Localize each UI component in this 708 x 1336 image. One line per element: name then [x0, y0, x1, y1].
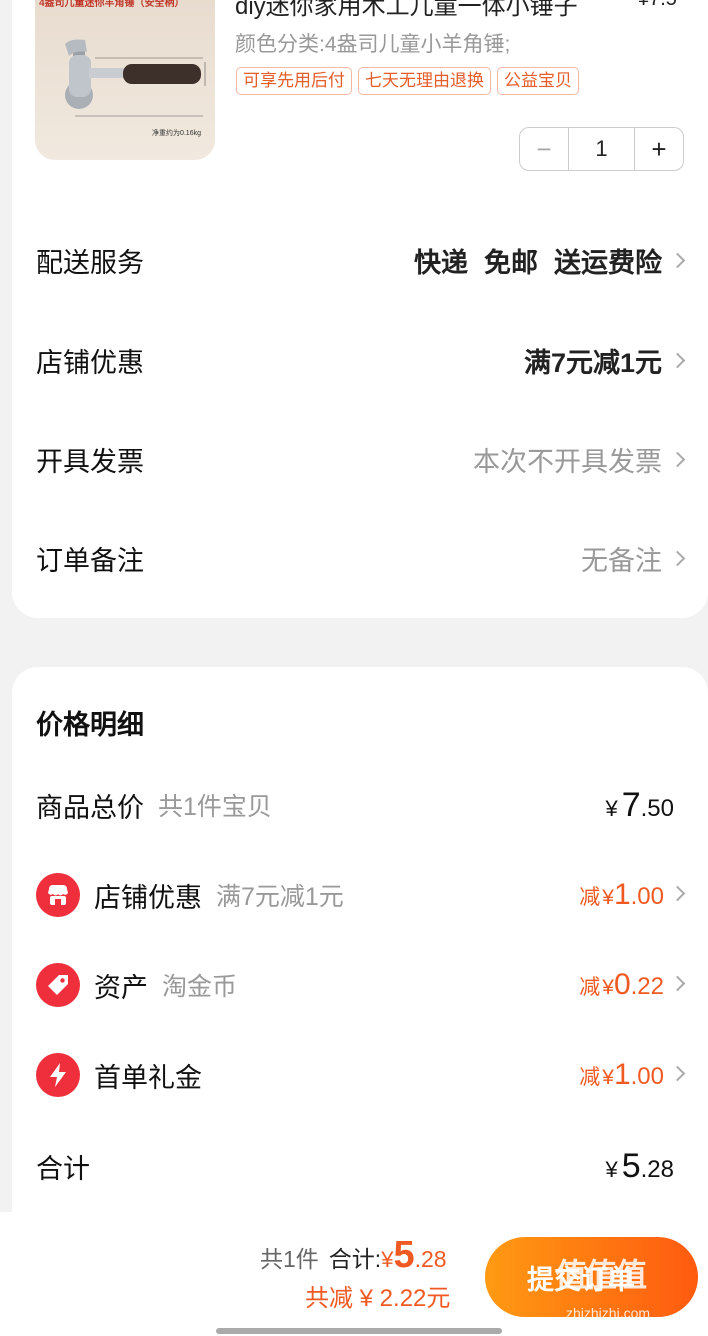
- shop-discount-value: 满7元减1元: [523, 347, 662, 378]
- goods-total-label: 商品总价: [36, 792, 144, 823]
- amount-dec: .22: [630, 973, 664, 1000]
- checkout-saved: 共减 ¥ 2.22元: [305, 1285, 451, 1312]
- amount-dec: .28: [640, 1155, 674, 1183]
- chevron-right-icon: [669, 451, 686, 467]
- amount-int: 7: [621, 785, 641, 824]
- chevron-right-icon: [669, 885, 686, 902]
- watermark-url: zhizhizhi.com: [566, 1305, 651, 1321]
- invoice-value: 本次不开具发票: [473, 446, 662, 477]
- shop-icon: [36, 873, 80, 917]
- amount-int: 0: [613, 968, 631, 1001]
- watermark-logo: 值值值: [555, 1257, 647, 1293]
- amount-dec: .50: [640, 794, 674, 822]
- chevron-right-icon: [669, 252, 686, 268]
- yen-sign: ¥: [381, 1247, 394, 1272]
- delivery-free-shipping: 免邮: [484, 247, 538, 278]
- amount-dec: .00: [630, 883, 664, 910]
- total-label: 合计: [36, 1153, 90, 1184]
- chevron-right-icon: [669, 352, 686, 368]
- delivery-insurance: 送运费险: [554, 247, 662, 278]
- delivery-row[interactable]: 配送服务 快递 免邮 送运费险: [36, 240, 686, 280]
- invoice-label: 开具发票: [36, 446, 144, 477]
- assets-label: 资产: [94, 972, 148, 1003]
- delivery-value: 快递 免邮 送运费险: [414, 241, 686, 280]
- home-indicator[interactable]: [216, 1328, 502, 1334]
- chevron-right-icon: [669, 550, 686, 566]
- order-note-value-wrap: 无备注: [581, 539, 686, 578]
- minus-prefix: 减: [579, 976, 601, 999]
- order-note-value: 无备注: [581, 545, 662, 576]
- tag-icon: [36, 963, 80, 1007]
- shop-discount-detail-row[interactable]: 店铺优惠 满7元减1元 减 ¥1.00: [36, 873, 686, 917]
- amount-dec: .00: [630, 1063, 664, 1090]
- yen-sign: ¥: [602, 976, 614, 999]
- chevron-right-icon: [669, 975, 686, 992]
- chevron-right-icon: [669, 1065, 686, 1082]
- shop-discount-value-wrap: 满7元减1元: [524, 341, 686, 380]
- lightning-icon: [36, 1053, 80, 1097]
- assets-amount: 减 ¥0.22: [579, 968, 686, 1002]
- product-title[interactable]: diy迷你家用木工儿童一体小锤子: [235, 0, 578, 21]
- shop-discount-detail-label: 店铺优惠: [94, 882, 202, 913]
- delivery-label: 配送服务: [36, 247, 144, 278]
- checkout-total: 共1件 合计: ¥ 5 .28: [260, 1234, 447, 1277]
- image-banner-text: 4盎司儿童迷你羊角锤（安全柄）: [39, 0, 185, 9]
- decrease-button[interactable]: −: [520, 128, 568, 170]
- shop-discount-label: 店铺优惠: [36, 347, 144, 378]
- first-order-amount: 减 ¥1.00: [579, 1058, 686, 1092]
- assets-sub: 淘金币: [162, 973, 238, 1001]
- first-order-row[interactable]: 首单礼金 减 ¥1.00: [36, 1053, 686, 1097]
- price-detail-title: 价格明细: [36, 710, 144, 740]
- increase-button[interactable]: +: [635, 128, 683, 170]
- shop-discount-detail-sub: 满7元减1元: [216, 883, 344, 911]
- tag-seven-day-return: 七天无理由退换: [358, 67, 491, 95]
- image-weight-text: 净重约为0.16kg: [151, 130, 201, 137]
- goods-total-amount: ¥7.50: [605, 786, 674, 825]
- amount-int: 5: [621, 1146, 641, 1185]
- order-note-label: 订单备注: [36, 545, 144, 576]
- quantity-value[interactable]: 1: [568, 128, 635, 170]
- minus-prefix: 减: [579, 886, 601, 909]
- tag-charity: 公益宝贝: [497, 67, 579, 95]
- yen-sign: ¥: [605, 1156, 618, 1182]
- product-tags: 可享先用后付 七天无理由退换 公益宝贝: [236, 67, 579, 95]
- amount-int: 1: [613, 878, 631, 911]
- yen-sign: ¥: [602, 886, 614, 909]
- minus-prefix: 减: [579, 1066, 601, 1089]
- price-detail-card: [12, 667, 708, 1212]
- checkout-count: 共1件: [260, 1246, 319, 1272]
- first-order-label: 首单礼金: [94, 1062, 202, 1093]
- assets-row[interactable]: 资产 淘金币 减 ¥0.22: [36, 963, 686, 1007]
- shop-discount-row[interactable]: 店铺优惠 满7元减1元: [36, 340, 686, 380]
- order-note-row[interactable]: 订单备注 无备注: [36, 538, 686, 578]
- total-amount: ¥5.28: [605, 1147, 674, 1186]
- invoice-row[interactable]: 开具发票 本次不开具发票: [36, 439, 686, 479]
- yen-sign: ¥: [605, 795, 618, 821]
- quantity-stepper: − 1 +: [519, 127, 684, 171]
- product-image[interactable]: 4盎司儿童迷你羊角锤（安全柄） 净重约为0.16kg: [35, 0, 215, 160]
- checkout-total-int: 5: [393, 1234, 415, 1276]
- goods-count: 共1件宝贝: [158, 793, 272, 821]
- total-row: 合计 ¥5.28: [36, 1144, 686, 1188]
- yen-sign: ¥: [602, 1066, 614, 1089]
- amount-int: 1: [613, 1058, 631, 1091]
- goods-total-row: 商品总价 共1件宝贝 ¥7.50: [36, 783, 686, 827]
- invoice-value-wrap: 本次不开具发票: [473, 440, 686, 479]
- delivery-method: 快递: [414, 247, 468, 278]
- tag-pay-later: 可享先用后付: [236, 67, 352, 95]
- checkout-total-dec: .28: [414, 1246, 447, 1272]
- checkout-total-label: 合计:: [328, 1246, 382, 1272]
- product-spec[interactable]: 颜色分类:4盎司儿童小羊角锤;: [235, 28, 510, 58]
- product-price: ¥7.5: [638, 0, 677, 11]
- shop-discount-amount: 减 ¥1.00: [579, 878, 686, 912]
